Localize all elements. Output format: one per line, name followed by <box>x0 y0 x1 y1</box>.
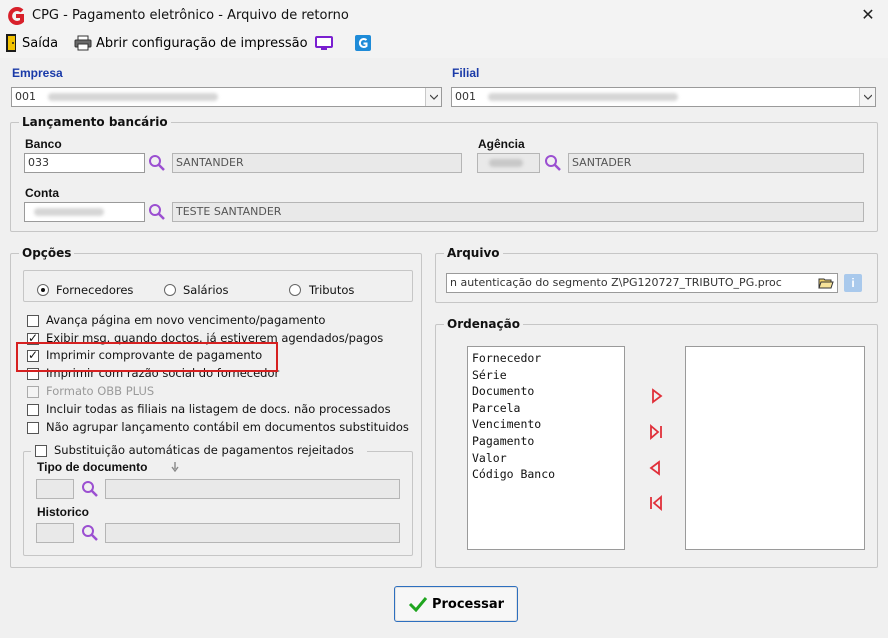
chevron-down-icon <box>429 94 438 100</box>
empresa-label: Empresa <box>12 66 63 80</box>
print-config-label: Abrir configuração de impressão <box>96 35 308 51</box>
list-item[interactable]: Pagamento <box>472 433 620 450</box>
conta-input[interactable] <box>24 202 145 222</box>
filial-code: 001 <box>455 90 476 103</box>
printer-icon <box>74 35 92 51</box>
move-left-icon[interactable] <box>648 460 664 476</box>
agencia-code-redacted <box>489 159 523 167</box>
list-item[interactable]: Documento <box>472 383 620 400</box>
checkbox-incluir-filiais[interactable] <box>27 404 39 416</box>
checkbox-substituicao[interactable] <box>35 445 47 457</box>
list-item[interactable]: Código Banco <box>472 466 620 483</box>
browse-file-button[interactable] <box>816 274 836 292</box>
filial-dropdown-button[interactable] <box>859 88 875 106</box>
empresa-name-redacted <box>47 93 218 101</box>
empresa-code: 001 <box>15 90 36 103</box>
filial-label: Filial <box>452 66 480 80</box>
monitor-button[interactable] <box>315 32 337 54</box>
move-all-left-icon[interactable] <box>648 495 664 511</box>
list-item[interactable]: Parcela <box>472 400 620 417</box>
g-button[interactable] <box>355 32 375 54</box>
radio-tributos[interactable] <box>289 284 301 296</box>
folder-open-icon <box>818 278 834 289</box>
list-item[interactable]: Fornecedor <box>472 350 620 367</box>
opcoes-title: Opções <box>19 246 75 260</box>
lupa-icon[interactable] <box>81 480 99 498</box>
window-title: CPG - Pagamento eletrônico - Arquivo de … <box>32 8 349 23</box>
banco-input[interactable]: 033 <box>24 153 145 173</box>
lupa-icon[interactable] <box>81 524 99 542</box>
checkbox-avanca-pagina[interactable] <box>27 315 39 327</box>
lupa-icon[interactable] <box>148 154 166 172</box>
conta-number-redacted <box>34 208 104 216</box>
agencia-name-field: SANTADER <box>568 153 864 173</box>
empresa-dropdown-button[interactable] <box>425 88 441 106</box>
processar-button[interactable]: Processar <box>394 586 518 622</box>
sort-arrow-icon <box>171 462 179 472</box>
list-item[interactable]: Vencimento <box>472 416 620 433</box>
radio-fornecedores[interactable] <box>37 284 49 296</box>
tipo-documento-label: Tipo de documento <box>37 460 148 474</box>
conta-name-field: TESTE SANTANDER <box>172 202 864 222</box>
historico-label: Historico <box>37 505 90 519</box>
title-bar: CPG - Pagamento eletrônico - Arquivo de … <box>0 0 888 32</box>
checkbox-substituicao-label: Substituição automáticas de pagamentos r… <box>54 443 354 457</box>
info-icon[interactable]: i <box>844 274 862 292</box>
exit-label: Saída <box>22 35 59 51</box>
list-item[interactable]: Valor <box>472 450 620 467</box>
tipo-documento-input[interactable] <box>36 479 74 499</box>
ordenacao-available-list[interactable]: Fornecedor Série Documento Parcela Venci… <box>467 346 625 550</box>
filial-combo[interactable]: 001 <box>451 87 876 107</box>
empresa-combo[interactable]: 001 <box>11 87 442 107</box>
lupa-icon[interactable] <box>148 203 166 221</box>
processar-label: Processar <box>431 596 505 612</box>
lupa-icon[interactable] <box>544 154 562 172</box>
agencia-label: Agência <box>478 137 525 151</box>
arquivo-path-input[interactable]: n autenticação do segmento Z\PG120727_TR… <box>446 273 838 293</box>
lancamento-title: Lançamento bancário <box>19 115 171 129</box>
arquivo-path: n autenticação do segmento Z\PG120727_TR… <box>450 276 782 289</box>
checkbox-formato-obb <box>27 386 39 398</box>
close-button[interactable]: ✕ <box>858 5 878 25</box>
chevron-down-icon <box>863 94 872 100</box>
banco-label: Banco <box>25 137 62 151</box>
ordenacao-title: Ordenação <box>444 317 523 331</box>
agencia-input[interactable] <box>477 153 540 173</box>
list-item[interactable]: Série <box>472 367 620 384</box>
radio-salarios-label: Salários <box>183 283 229 297</box>
print-config-button[interactable]: Abrir configuração de impressão <box>74 32 308 54</box>
checkbox-nao-agrupar[interactable] <box>27 422 39 434</box>
checkbox-nao-agrupar-label: Não agrupar lançamento contábil em docum… <box>46 420 409 434</box>
arquivo-title: Arquivo <box>444 246 503 260</box>
conta-label: Conta <box>25 186 59 200</box>
move-right-icon[interactable] <box>648 388 664 404</box>
radio-fornecedores-label: Fornecedores <box>56 283 134 297</box>
app-logo-icon <box>8 7 24 25</box>
move-all-right-icon[interactable] <box>648 424 664 440</box>
radio-salarios[interactable] <box>164 284 176 296</box>
exit-button[interactable]: Saída <box>6 32 58 54</box>
historico-input[interactable] <box>36 523 74 543</box>
monitor-icon <box>315 36 333 50</box>
highlight-box <box>16 342 278 372</box>
checkbox-avanca-pagina-label: Avança página em novo vencimento/pagamen… <box>46 313 326 327</box>
historico-desc <box>105 523 400 543</box>
checkbox-incluir-filiais-label: Incluir todas as filiais na listagem de … <box>46 402 391 416</box>
check-icon <box>408 597 428 612</box>
checkbox-formato-obb-label: Formato OBB PLUS <box>46 384 155 398</box>
ordenacao-selected-list[interactable] <box>685 346 865 550</box>
toolbar: Saída Abrir configuração de impressão <box>0 32 888 56</box>
g-icon <box>355 35 371 51</box>
exit-door-icon <box>6 34 16 52</box>
radio-tributos-label: Tributos <box>309 283 355 297</box>
banco-name-field: SANTANDER <box>172 153 462 173</box>
tipo-documento-desc <box>105 479 400 499</box>
filial-name-redacted <box>487 93 678 101</box>
